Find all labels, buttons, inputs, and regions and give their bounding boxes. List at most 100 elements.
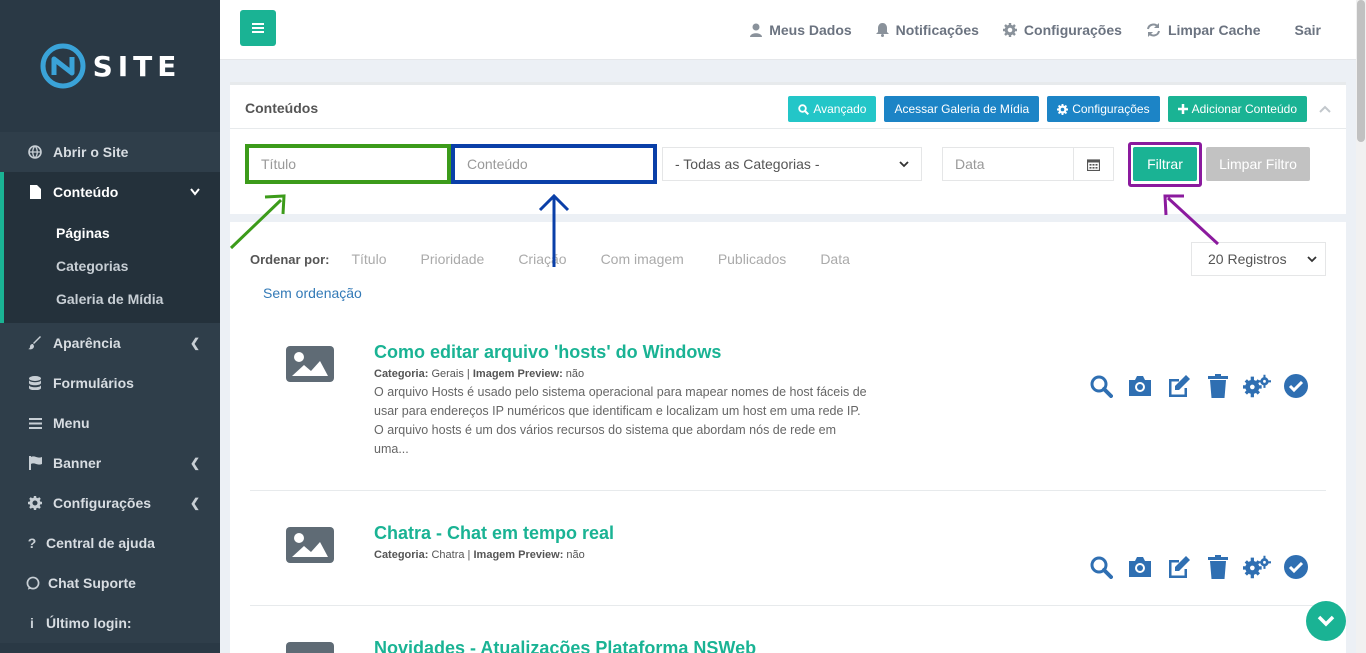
sidebar-item-configuracoes[interactable]: Configurações ❮ (0, 483, 220, 523)
sidebar-item-abrir-site[interactable]: Abrir o Site (0, 132, 220, 172)
button-label: Adicionar Conteúdo (1191, 102, 1297, 116)
sort-option-publicados[interactable]: Publicados (718, 251, 787, 267)
chevron-down-icon (1307, 255, 1317, 262)
sidebar-item-menu[interactable]: Menu (0, 403, 220, 443)
chevron-down-icon (899, 160, 909, 167)
scroll-down-button[interactable] (1306, 601, 1346, 641)
question-icon: ? (27, 535, 37, 551)
plus-icon (1177, 104, 1188, 114)
category-select[interactable]: - Todas as Categorias - (662, 147, 922, 181)
paintbrush-icon (26, 336, 44, 350)
sort-option-criacao[interactable]: Criação (518, 251, 566, 267)
category-label: Categoria: (374, 549, 429, 561)
gears-icon[interactable] (1243, 372, 1271, 400)
flag-icon (26, 456, 44, 470)
advanced-search-button[interactable]: Avançado (788, 96, 877, 122)
records-per-page-select[interactable]: 20 Registros (1191, 242, 1326, 276)
calendar-icon[interactable] (1074, 147, 1114, 181)
item-title[interactable]: Novidades - Atualizações Plataforma NSWe… (374, 638, 756, 653)
image-placeholder-icon (286, 527, 334, 563)
sair-link[interactable]: Sair (1295, 22, 1321, 38)
no-sort-link[interactable]: Sem ordenação (263, 285, 362, 301)
edit-icon[interactable] (1165, 372, 1193, 400)
edit-icon[interactable] (1165, 553, 1193, 581)
chevron-down-icon (1317, 615, 1335, 627)
sidebar-item-label: Último login: (46, 615, 132, 631)
sort-option-data[interactable]: Data (820, 251, 850, 267)
sidebar-item-banner[interactable]: Banner ❮ (0, 443, 220, 483)
sidebar-item-label: Configurações (53, 495, 152, 511)
sidebar-item-central-ajuda[interactable]: ? Central de ajuda (0, 523, 220, 563)
sort-option-prioridade[interactable]: Prioridade (420, 251, 484, 267)
conteudo-submenu: Páginas Categorias Galeria de Mídia (0, 212, 220, 323)
button-label: Acessar Galeria de Mídia (894, 102, 1030, 116)
sidebar-item-label: Conteúdo (53, 184, 119, 200)
panel-settings-button[interactable]: Configurações (1047, 96, 1160, 122)
panel-title: Conteúdos (245, 100, 319, 116)
image-placeholder-icon (286, 346, 334, 382)
filter-button[interactable]: Filtrar (1133, 147, 1197, 181)
sidebar-nav: Abrir o Site Conteúdo Páginas Categorias… (0, 132, 220, 643)
gears-icon[interactable] (1243, 553, 1271, 581)
sidebar-subitem-galeria[interactable]: Galeria de Mídia (4, 282, 220, 315)
item-title[interactable]: Chatra - Chat em tempo real (374, 523, 614, 544)
link-label: Limpar Cache (1167, 22, 1261, 38)
view-icon[interactable] (1087, 553, 1115, 581)
toggle-menu-button[interactable] (240, 10, 276, 46)
sidebar-item-label: Banner (53, 455, 102, 471)
chevron-left-icon: ❮ (189, 496, 200, 510)
date-filter: Data (942, 147, 1114, 181)
bars-icon (26, 417, 44, 429)
meus-dados-link[interactable]: Meus Dados (750, 22, 852, 38)
sidebar-item-label: Abrir o Site (53, 144, 129, 160)
page-scrollbar[interactable] (1356, 0, 1366, 653)
brand-logo[interactable]: SITE (0, 0, 220, 132)
button-label: Configurações (1072, 102, 1150, 116)
sidebar-item-aparencia[interactable]: Aparência ❮ (0, 323, 220, 363)
image-placeholder-icon (286, 642, 334, 653)
sidebar-item-label: Menu (53, 415, 90, 431)
category-value: Gerais (431, 368, 464, 380)
sidebar-subitem-categorias[interactable]: Categorias (4, 249, 220, 282)
camera-icon[interactable] (1126, 372, 1154, 400)
view-icon[interactable] (1087, 372, 1115, 400)
sort-option-titulo[interactable]: Título (351, 251, 386, 267)
sort-bar: Ordenar por: Título Prioridade Criação C… (250, 251, 884, 267)
chevron-up-icon[interactable] (1319, 102, 1331, 116)
check-circle-icon[interactable] (1282, 372, 1310, 400)
sort-option-com-imagem[interactable]: Com imagem (601, 251, 684, 267)
panel-divider (230, 128, 1346, 129)
notificacoes-link[interactable]: Notificações (875, 22, 979, 38)
clear-filter-button[interactable]: Limpar Filtro (1206, 147, 1310, 181)
link-label: Configurações (1023, 22, 1122, 38)
top-links: Meus Dados Notificações Configurações Li… (750, 0, 1321, 60)
content-list: Ordenar por: Título Prioridade Criação C… (230, 222, 1346, 653)
content-filter-input[interactable]: Conteúdo (451, 144, 657, 184)
sidebar-item-chat-suporte[interactable]: Chat Suporte (0, 563, 220, 603)
panel-actions: Avançado Acessar Galeria de Mídia Config… (788, 96, 1331, 122)
title-filter-input[interactable]: Título (245, 144, 451, 184)
select-value: 20 Registros (1208, 251, 1287, 267)
item-title[interactable]: Como editar arquivo 'hosts' do Windows (374, 342, 721, 363)
camera-icon[interactable] (1126, 553, 1154, 581)
sort-label: Ordenar por: (250, 251, 330, 267)
item-actions (1087, 372, 1310, 400)
check-circle-icon[interactable] (1282, 553, 1310, 581)
input-placeholder: Data (955, 156, 985, 172)
trash-icon[interactable] (1204, 372, 1232, 400)
sidebar-item-formularios[interactable]: Formulários (0, 363, 220, 403)
link-label: Meus Dados (769, 22, 852, 38)
sidebar-item-conteudo[interactable]: Conteúdo (0, 172, 220, 212)
globe-icon (26, 145, 44, 159)
bell-icon (875, 23, 889, 37)
limpar-cache-link[interactable]: Limpar Cache (1146, 22, 1261, 38)
trash-icon[interactable] (1204, 553, 1232, 581)
media-gallery-button[interactable]: Acessar Galeria de Mídia (884, 96, 1040, 122)
add-content-button[interactable]: Adicionar Conteúdo (1167, 96, 1307, 122)
sidebar-item-label: Central de ajuda (46, 535, 155, 551)
configuracoes-link[interactable]: Configurações (1002, 22, 1122, 38)
scrollbar-thumb[interactable] (1357, 0, 1365, 142)
date-input[interactable]: Data (942, 147, 1074, 181)
refresh-icon (1146, 23, 1160, 37)
sidebar-subitem-paginas[interactable]: Páginas (4, 216, 220, 249)
